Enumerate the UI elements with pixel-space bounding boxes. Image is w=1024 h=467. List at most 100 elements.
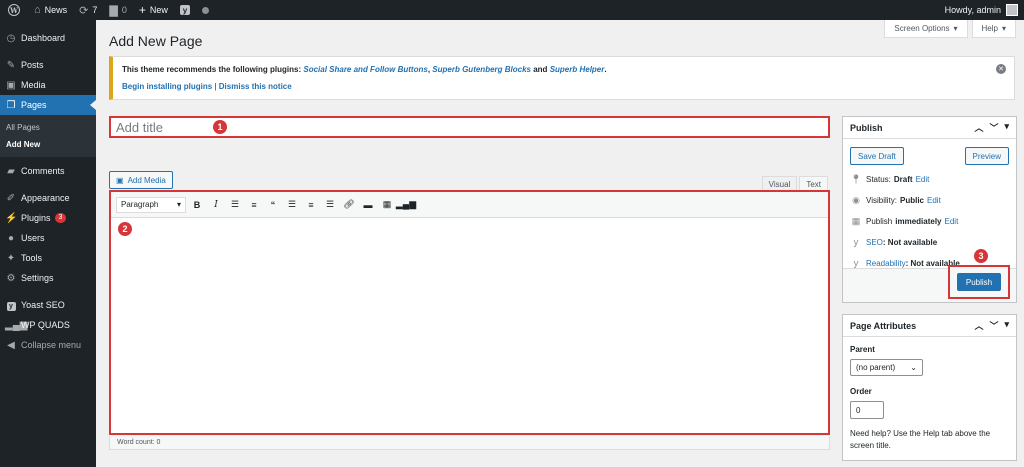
align-center-icon[interactable]: ≡ [303,197,319,213]
sidebar-item-tools[interactable]: ✦ Tools [0,248,96,268]
begin-installing-link[interactable]: Begin installing plugins [122,82,212,91]
submenu-add-new[interactable]: Add New [0,136,96,153]
edit-visibility-link[interactable]: Edit [927,196,941,205]
submenu-all-pages[interactable]: All Pages [0,119,96,136]
read-more-icon[interactable]: ▬ [360,197,376,213]
sidebar-item-yoast-seo[interactable]: y Yoast SEO [0,295,96,315]
sidebar-item-wp-quads[interactable]: ▂▄▆ WP QUADS [0,315,96,335]
media-icon: ▣ [116,175,124,185]
italic-icon[interactable]: I [208,197,224,213]
wordpress-logo-button[interactable]: W [0,0,28,20]
updates-link[interactable]: ⟳ 7 [73,0,103,20]
user-account-link[interactable]: Howdy, admin [945,4,1024,16]
status-label: Status: [866,175,891,184]
screen-options-button[interactable]: Screen Options ▾ [884,20,968,38]
schedule-value: immediately [895,217,942,226]
save-draft-button[interactable]: Save Draft [850,147,904,165]
blockquote-icon[interactable]: “ [265,197,281,213]
sidebar-item-label: Comments [21,166,65,176]
align-right-icon[interactable]: ☰ [322,197,338,213]
comment-bubble-icon: ▇ [109,4,118,17]
pages-icon: ❐ [6,99,16,111]
help-button[interactable]: Help ▾ [971,20,1016,38]
link-icon[interactable]: 🔗︎ [341,197,357,213]
format-select[interactable]: Paragraph ▾ [116,196,186,213]
seo-link[interactable]: SEO [866,238,883,247]
numbered-list-icon[interactable]: ≡ [246,197,262,213]
order-input[interactable]: 0 [850,401,884,419]
visibility-label: Visibility: [866,196,897,205]
visibility-value: Public [899,196,924,205]
sidebar-item-users[interactable]: ● Users [0,228,96,248]
editor-body[interactable] [111,218,828,433]
close-icon[interactable]: ✕ [996,64,1006,74]
sidebar-item-appearance[interactable]: ✐ Appearance [0,188,96,208]
annotation-badge-1: 1 [213,120,227,134]
plugin-link-social-share[interactable]: Social Share and Follow Buttons [303,65,427,74]
sidebar-item-label: Posts [21,60,44,70]
sidebar-item-posts[interactable]: ✎ Posts [0,55,96,75]
caret-down-icon: ▾ [953,24,958,33]
plugin-link-superb-gutenberg[interactable]: Superb Gutenberg Blocks [432,65,531,74]
dashboard-icon: ◷ [6,32,16,44]
pages-submenu: All Pages Add New [0,115,96,157]
media-icon: ▣ [6,79,16,91]
sidebar-item-label: Dashboard [21,33,66,43]
edit-schedule-link[interactable]: Edit [945,217,959,226]
help-label: Help [981,24,998,33]
caret-down-icon[interactable]: ▾ [1004,121,1009,134]
preview-button[interactable]: Preview [964,147,1009,165]
seo-status-dot[interactable] [196,0,215,20]
dismiss-notice-link[interactable]: Dismiss this notice [219,82,292,91]
page-attributes-header: Page Attributes ︿ ﹀ ▾ [843,315,1016,337]
schedule-row: ▦ Publish immediately Edit [843,211,1016,232]
bold-icon[interactable]: B [189,197,205,213]
parent-select[interactable]: (no parent) ⌄ [850,359,923,376]
publish-box: Publish ︿ ﹀ ▾ Save Draft Preview 📍︎ Stat… [842,116,1017,303]
chevron-down-icon[interactable]: ﹀ [989,319,998,332]
plugin-link-superb-helper[interactable]: Superb Helper [550,65,605,74]
new-content-link[interactable]: + New [133,0,174,20]
align-left-icon[interactable]: ☰ [284,197,300,213]
wp-quads-icon[interactable]: ▂▄▆ [396,197,416,213]
chevron-down-icon[interactable]: ﹀ [989,121,998,134]
publish-button-highlight: Publish [948,265,1010,299]
sidebar-item-plugins[interactable]: ⚡ Plugins 3 [0,208,96,228]
yoast-adminbar-link[interactable]: y [174,0,196,20]
yoast-icon: y [179,5,190,15]
notice-text: This theme recommends the following plug… [122,65,302,74]
publish-heading: Publish [850,122,883,133]
readability-link[interactable]: Readability [866,259,906,268]
bullet-list-icon[interactable]: ☰ [227,197,243,213]
site-name-link[interactable]: ⌂ News [28,0,73,20]
parent-value: (no parent) [856,363,896,372]
updates-count: 7 [92,5,98,15]
collapse-menu-button[interactable]: ◀ Collapse menu [0,335,96,355]
sidebar-item-label: Yoast SEO [21,300,65,310]
admin-bar: W ⌂ News ⟳ 7 ▇ 0 + New y Howdy, admin [0,0,1024,20]
status-row: 📍︎ Status: Draft Edit [843,169,1016,190]
editor-toolbar: Paragraph ▾ B I ☰ ≡ “ ☰ ≡ ☰ 🔗︎ ▬ ▦ ▂▄▆ [111,192,828,218]
sidebar-item-pages[interactable]: ❐ Pages [0,95,96,115]
sidebar-item-settings[interactable]: ⚙ Settings [0,268,96,288]
plug-icon: ⚡ [5,212,18,224]
status-value: Draft [893,175,913,184]
chevron-up-icon[interactable]: ︿ [974,121,983,134]
comments-link[interactable]: ▇ 0 [103,0,132,20]
toolbar-toggle-icon[interactable]: ▦ [379,197,395,213]
sidebar-item-label: Plugins [21,213,51,223]
user-icon: ● [7,232,15,244]
add-media-button[interactable]: ▣ Add Media [109,171,173,189]
publish-button[interactable]: Publish [956,273,1002,291]
publish-actions: Publish [843,265,1016,302]
sidebar-item-comments[interactable]: ▰ Comments [0,161,96,181]
sidebar-item-media[interactable]: ▣ Media [0,75,96,95]
format-value: Paragraph [121,200,159,209]
main-content: Screen Options ▾ Help ▾ Add New Page Thi… [96,20,1024,467]
chevron-up-icon[interactable]: ︿ [974,319,983,332]
edit-status-link[interactable]: Edit [916,175,930,184]
wrench-icon: ✦ [6,252,16,264]
user-greeting: Howdy, admin [944,5,1001,15]
sidebar-item-dashboard[interactable]: ◷ Dashboard [0,28,96,48]
caret-down-icon[interactable]: ▾ [1004,319,1009,332]
